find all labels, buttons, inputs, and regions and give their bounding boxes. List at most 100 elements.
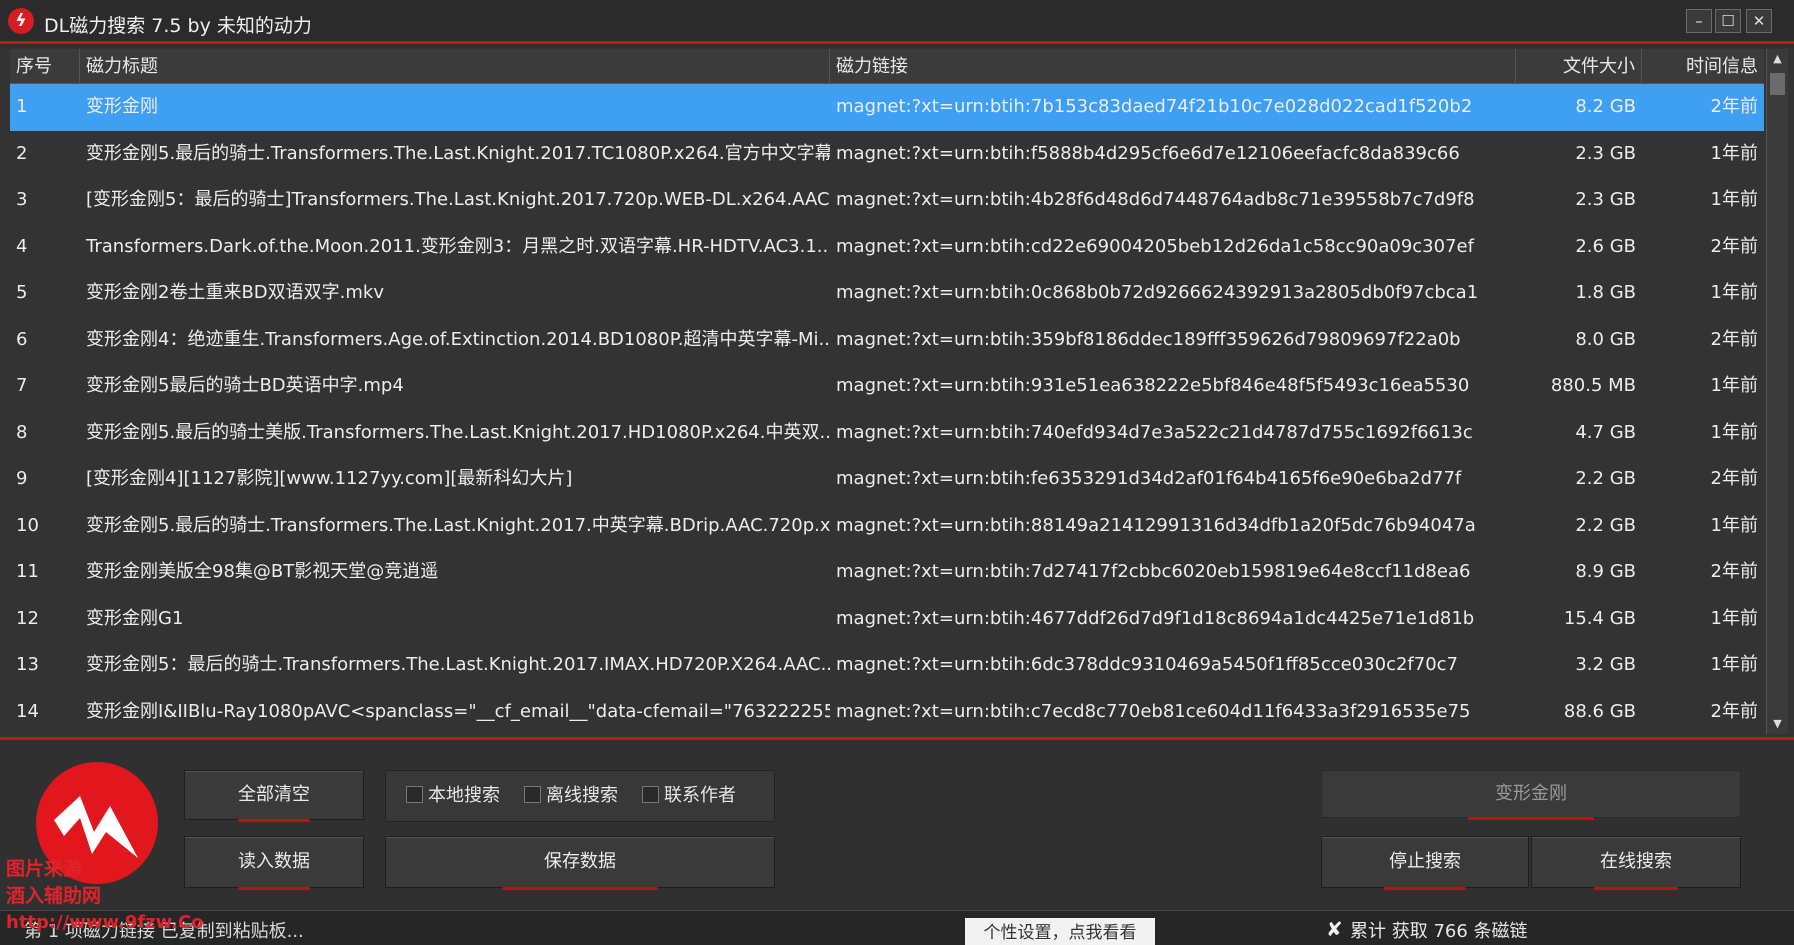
table-row[interactable]: 5 变形金刚2卷土重来BD双语双字.mkv magnet:?xt=urn:btih:…: [10, 270, 1764, 317]
cell-index: 8: [16, 421, 28, 443]
cell-index: 3: [16, 189, 28, 210]
table-scrollbar[interactable]: ▲ ▼: [1766, 49, 1788, 734]
column-header-title[interactable]: 磁力标题: [80, 49, 830, 84]
cell-link: magnet:?xt=urn:btih:c7ecd8c770eb81ce604d…: [836, 700, 1471, 722]
watermark-line-3: http://www.9fzw.Co: [6, 912, 204, 933]
search-options: 本地搜索 离线搜索 联系作者: [385, 770, 775, 822]
cell-index: 9: [16, 468, 28, 489]
cell-index: 14: [16, 700, 39, 722]
table-row[interactable]: 1 变形金刚 magnet:?xt=urn:btih:7b153c83daed74f…: [10, 84, 1764, 131]
table-row[interactable]: 3 [变形金刚5：最后的骑士]Transformers.The.Last.Knig…: [10, 177, 1764, 224]
column-header-time[interactable]: 时间信息: [1642, 49, 1764, 84]
cell-time: 2年前: [1710, 235, 1758, 257]
cell-link: magnet:?xt=urn:btih:6dc378ddc9310469a545…: [836, 654, 1459, 675]
local-search-option[interactable]: 本地搜索: [406, 771, 500, 821]
cell-time: 2年前: [1710, 700, 1758, 722]
cell-link: magnet:?xt=urn:btih:7b153c83daed74f21b10…: [836, 96, 1473, 117]
table-body: 1 变形金刚 magnet:?xt=urn:btih:7b153c83daed74f…: [10, 84, 1764, 734]
cell-time: 1年前: [1710, 375, 1758, 396]
cell-link: magnet:?xt=urn:btih:fe6353291d34d2af01f6…: [836, 468, 1462, 489]
cell-index: 6: [16, 328, 28, 350]
offline-search-option[interactable]: 离线搜索: [524, 771, 618, 821]
cell-size: 8.2 GB: [1575, 96, 1636, 117]
personal-settings-button[interactable]: 个性设置，点我看看: [965, 918, 1155, 945]
cell-index: 2: [16, 142, 28, 164]
column-header-link[interactable]: 磁力链接: [830, 49, 1516, 84]
cell-size: 2.3 GB: [1575, 142, 1636, 164]
cell-size: 2.2 GB: [1575, 514, 1636, 536]
cell-index: 7: [16, 375, 28, 396]
contact-author-label: 联系作者: [664, 785, 736, 806]
cell-title: 变形金刚5.最后的骑士美版.Transformers.The.Last.Knig…: [86, 421, 830, 443]
online-search-button[interactable]: 在线搜索: [1531, 836, 1741, 890]
table-row[interactable]: 8 变形金刚5.最后的骑士美版.Transformers.The.Last.Kni…: [10, 410, 1764, 457]
cell-link: magnet:?xt=urn:btih:7d27417f2cbbc6020eb1…: [836, 561, 1471, 582]
total-count: 累计 获取 766 条磁链: [1350, 921, 1528, 942]
cell-link: magnet:?xt=urn:btih:359bf8186ddec189fff3…: [836, 328, 1461, 350]
search-input[interactable]: 变形金刚: [1321, 770, 1741, 820]
results-table: 序号 磁力标题 磁力链接 文件大小 时间信息 1 变形金刚 magnet:?xt=u…: [0, 47, 1794, 739]
watermark-line-1: 图片来源: [6, 858, 83, 880]
table-row[interactable]: 12 变形金刚G1 magnet:?xt=urn:btih:4677ddf26d7d…: [10, 596, 1764, 643]
column-header-size[interactable]: 文件大小: [1516, 49, 1642, 84]
table-row[interactable]: 11 变形金刚美版全98集@BT影视天堂@竞逍遥 magnet:?xt=urn:bt…: [10, 549, 1764, 596]
local-search-checkbox[interactable]: [406, 785, 423, 803]
load-data-button[interactable]: 读入数据: [184, 836, 364, 890]
cell-link: magnet:?xt=urn:btih:cd22e69004205beb12d2…: [836, 235, 1474, 257]
cell-size: 4.7 GB: [1575, 421, 1636, 443]
app-logo-icon: ϟ: [8, 8, 34, 34]
table-row[interactable]: 6 变形金刚4：绝迹重生.Transformers.Age.of.Extincti…: [10, 317, 1764, 364]
cell-title: 变形金刚2卷土重来BD双语双字.mkv: [86, 282, 384, 303]
cell-index: 13: [16, 654, 39, 675]
cell-link: magnet:?xt=urn:btih:f5888b4d295cf6e6d7e1…: [836, 142, 1460, 164]
table-row[interactable]: 9 [变形金刚4][1127影院][www.1127yy.com][最新科幻大片]…: [10, 456, 1764, 503]
table-row[interactable]: 2 变形金刚5.最后的骑士.Transformers.The.Last.Knigh…: [10, 131, 1764, 178]
cell-size: 15.4 GB: [1563, 607, 1636, 629]
cell-time: 1年前: [1710, 142, 1758, 164]
offline-search-label: 离线搜索: [546, 785, 618, 806]
table-row[interactable]: 14 变形金刚I&IIBlu-Ray1080pAVC<spanclass="__c…: [10, 689, 1764, 736]
cell-size: 8.0 GB: [1575, 328, 1636, 350]
table-row[interactable]: 4 Transformers.Dark.of.the.Moon.2011.变形金刚…: [10, 224, 1764, 271]
cell-time: 1年前: [1710, 607, 1758, 629]
cell-title: 变形金刚5最后的骑士BD英语中字.mp4: [86, 375, 404, 396]
contact-author-option[interactable]: 联系作者: [642, 771, 736, 821]
scroll-thumb[interactable]: [1770, 73, 1785, 95]
cell-time: 1年前: [1710, 282, 1758, 303]
cell-title: [变形金刚5：最后的骑士]Transformers.The.Last.Knigh…: [86, 189, 830, 210]
cell-title: 变形金刚4：绝迹重生.Transformers.Age.of.Extinctio…: [86, 328, 830, 350]
scroll-down-icon[interactable]: ▼: [1767, 714, 1788, 734]
stop-search-button[interactable]: 停止搜索: [1321, 836, 1529, 890]
cell-time: 1年前: [1710, 514, 1758, 536]
cell-title: 变形金刚5.最后的骑士.Transformers.The.Last.Knight…: [86, 514, 830, 536]
minimize-button[interactable]: –: [1686, 9, 1712, 33]
cell-size: 880.5 MB: [1550, 375, 1636, 396]
cell-time: 1年前: [1710, 189, 1758, 210]
table-row[interactable]: 7 变形金刚5最后的骑士BD英语中字.mp4 magnet:?xt=urn:btih…: [10, 363, 1764, 410]
cell-title: 变形金刚5：最后的骑士.Transformers.The.Last.Knight…: [86, 654, 830, 675]
table-row[interactable]: 10 变形金刚5.最后的骑士.Transformers.The.Last.Knig…: [10, 503, 1764, 550]
cell-size: 2.6 GB: [1575, 235, 1636, 257]
clear-all-button[interactable]: 全部清空: [184, 770, 364, 822]
save-data-button[interactable]: 保存数据: [385, 836, 775, 890]
cell-title: [变形金刚4][1127影院][www.1127yy.com][最新科幻大片]: [86, 468, 573, 489]
cell-title: 变形金刚G1: [86, 607, 184, 629]
cell-link: magnet:?xt=urn:btih:88149a21412991316d34…: [836, 514, 1476, 536]
cell-time: 2年前: [1710, 468, 1758, 489]
control-panel: 全部清空 读入数据 本地搜索 离线搜索 联系作者 保存数据 变形金刚 停止搜索 …: [0, 740, 1794, 910]
close-button[interactable]: ✕: [1746, 9, 1772, 33]
cell-title: 变形金刚美版全98集@BT影视天堂@竞逍遥: [86, 561, 439, 582]
offline-search-checkbox[interactable]: [524, 785, 541, 803]
cell-time: 2年前: [1710, 561, 1758, 582]
watermark-line-2: 酒入辅助网: [6, 885, 102, 907]
cell-size: 3.2 GB: [1575, 654, 1636, 675]
cell-index: 12: [16, 607, 39, 629]
column-header-index[interactable]: 序号: [10, 49, 80, 84]
cell-link: magnet:?xt=urn:btih:740efd934d7e3a522c21…: [836, 421, 1473, 443]
local-search-label: 本地搜索: [428, 785, 500, 806]
contact-author-checkbox[interactable]: [642, 785, 659, 803]
scroll-up-icon[interactable]: ▲: [1767, 49, 1788, 69]
table-row[interactable]: 13 变形金刚5：最后的骑士.Transformers.The.Last.Knig…: [10, 642, 1764, 689]
maximize-button[interactable]: ☐: [1715, 9, 1741, 33]
cell-time: 2年前: [1710, 328, 1758, 350]
